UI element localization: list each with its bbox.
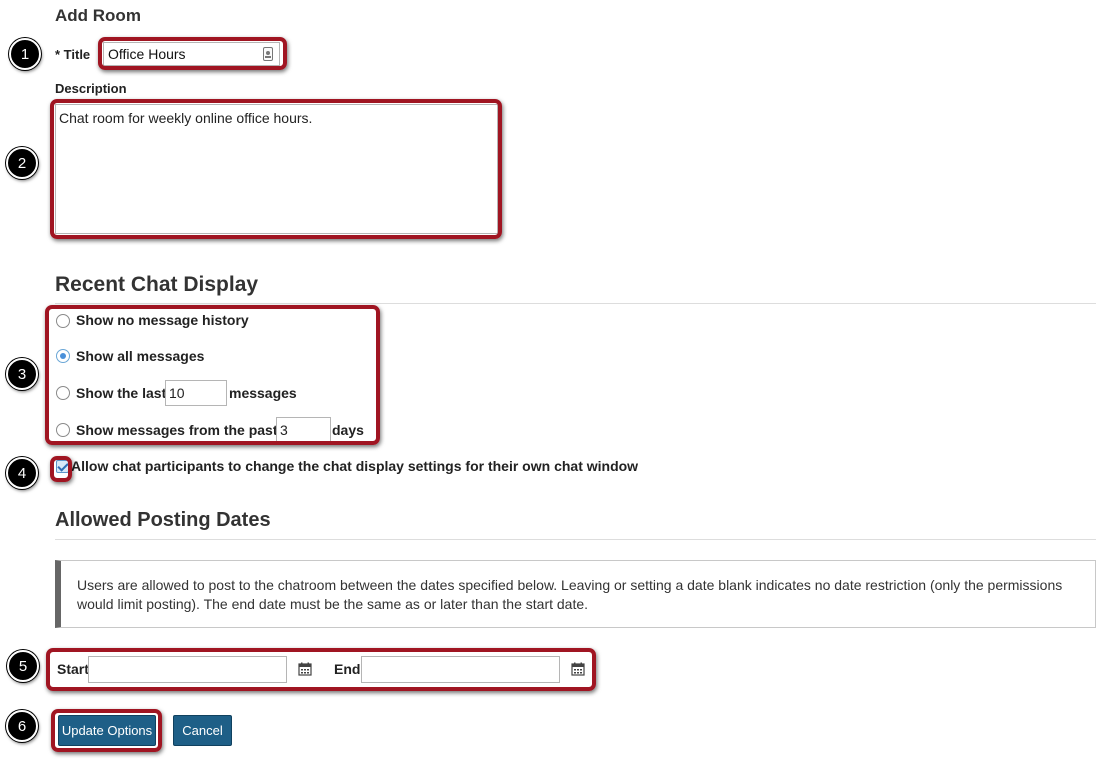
section-divider bbox=[55, 539, 1096, 540]
callout-2: 2 bbox=[6, 147, 38, 179]
option-label-days: days bbox=[332, 422, 364, 438]
info-box: Users are allowed to post to the chatroo… bbox=[55, 560, 1096, 628]
description-textarea[interactable]: Chat room for weekly online office hours… bbox=[55, 104, 498, 234]
start-label: Start bbox=[57, 661, 89, 677]
callout-4: 4 bbox=[6, 457, 38, 489]
info-text: Users are allowed to post to the chatroo… bbox=[77, 577, 1063, 612]
update-options-button[interactable]: Update Options bbox=[58, 715, 156, 746]
end-label: End bbox=[334, 661, 361, 677]
id-badge-icon bbox=[263, 47, 273, 61]
allow-settings-label: Allow chat participants to change the ch… bbox=[71, 458, 639, 474]
cancel-button[interactable]: Cancel bbox=[173, 715, 232, 746]
option-label-past: Show messages from the past bbox=[76, 422, 278, 438]
calendar-icon[interactable] bbox=[298, 662, 312, 676]
end-date-input[interactable] bbox=[361, 656, 560, 683]
radio-all-messages[interactable] bbox=[56, 349, 70, 363]
description-label: Description bbox=[55, 81, 127, 96]
posting-dates-heading: Allowed Posting Dates bbox=[55, 509, 271, 531]
option-label-all-messages: Show all messages bbox=[76, 348, 205, 364]
callout-6: 6 bbox=[6, 710, 38, 742]
radio-last-messages[interactable] bbox=[56, 386, 70, 400]
radio-past-days[interactable] bbox=[56, 423, 70, 437]
section-divider bbox=[55, 303, 1096, 304]
past-days-input[interactable]: 3 bbox=[276, 417, 331, 443]
title-input[interactable]: Office Hours bbox=[103, 42, 280, 66]
callout-3: 3 bbox=[6, 358, 38, 390]
callout-1: 1 bbox=[9, 38, 41, 70]
callout-5: 5 bbox=[7, 650, 39, 682]
start-date-input[interactable] bbox=[88, 656, 287, 683]
option-label-last: Show the last bbox=[76, 385, 167, 401]
calendar-icon[interactable] bbox=[571, 662, 585, 676]
radio-no-history[interactable] bbox=[56, 314, 70, 328]
title-label: * Title bbox=[55, 47, 91, 62]
last-messages-count-input[interactable]: 10 bbox=[165, 380, 227, 406]
recent-chat-heading: Recent Chat Display bbox=[55, 273, 259, 296]
allow-settings-checkbox[interactable] bbox=[56, 460, 69, 473]
option-label-messages: messages bbox=[229, 385, 297, 401]
option-label-no-history: Show no message history bbox=[76, 312, 249, 328]
page-title: Add Room bbox=[55, 6, 141, 25]
